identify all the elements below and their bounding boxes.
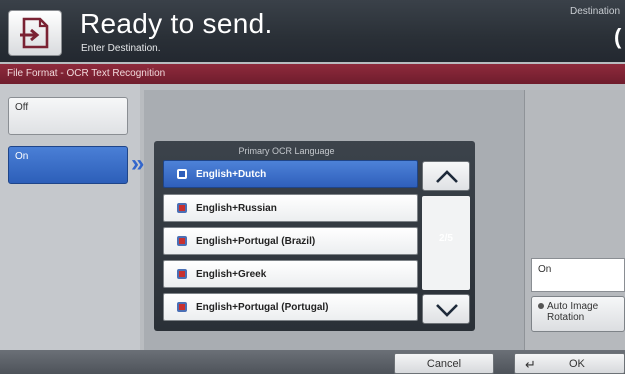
enter-icon: ↵ (525, 357, 536, 372)
page-title: Ready to send. (80, 8, 273, 39)
status-value-text: On (538, 264, 552, 275)
chevron-right-icon: » (131, 150, 145, 177)
language-icon (177, 203, 187, 213)
chevron-up-icon (436, 170, 458, 183)
ok-button[interactable]: ↵ OK (514, 353, 625, 374)
language-option-english-russian[interactable]: English+Russian (163, 194, 418, 222)
status-value: On (531, 258, 625, 292)
language-option-label: English+Portugal (Portugal) (196, 302, 329, 313)
language-option-label: English+Dutch (196, 169, 267, 180)
scroll-down-button[interactable] (422, 294, 470, 324)
cancel-button-label: Cancel (426, 358, 462, 370)
language-panel-title: Primary OCR Language (238, 146, 335, 156)
auto-image-rotation-button[interactable]: Auto Image Rotation (531, 296, 625, 332)
page-subtitle: Enter Destination. (81, 43, 161, 54)
on-button-label: On (15, 151, 29, 162)
ok-button-label: OK (569, 358, 585, 370)
language-option-english-portugal-brazil[interactable]: English+Portugal (Brazil) (163, 227, 418, 255)
section-title: File Format - OCR Text Recognition (7, 68, 166, 79)
auto-image-rotation-label: Auto Image Rotation (547, 301, 599, 323)
indicator-dot-icon (538, 303, 544, 309)
section-header: File Format - OCR Text Recognition (0, 64, 625, 84)
language-option-english-greek[interactable]: English+Greek (163, 260, 418, 288)
destination-value: ( (614, 24, 622, 49)
chevron-down-icon (436, 304, 458, 317)
language-option-label: English+Russian (196, 203, 277, 214)
language-option-label: English+Portugal (Brazil) (196, 236, 316, 247)
device-screen: Ready to send. Enter Destination. Destin… (0, 0, 625, 374)
off-button[interactable]: Off (8, 97, 128, 135)
destination-label: Destination (570, 6, 621, 17)
page-indicator: 2/5 (439, 233, 453, 244)
language-option-english-dutch[interactable]: English+Dutch (163, 160, 418, 188)
language-icon (177, 169, 187, 179)
off-button-label: Off (15, 102, 29, 113)
language-option-label: English+Greek (196, 269, 267, 280)
cancel-button[interactable]: Cancel (394, 353, 494, 374)
language-icon (177, 302, 187, 312)
send-document-icon (8, 10, 62, 56)
language-icon (177, 236, 187, 246)
scroll-up-button[interactable] (422, 161, 470, 191)
language-option-english-portugal-portugal[interactable]: English+Portugal (Portugal) (163, 293, 418, 321)
on-button[interactable]: On (8, 146, 128, 184)
header-bar: Ready to send. Enter Destination. Destin… (0, 0, 625, 62)
language-icon (177, 269, 187, 279)
